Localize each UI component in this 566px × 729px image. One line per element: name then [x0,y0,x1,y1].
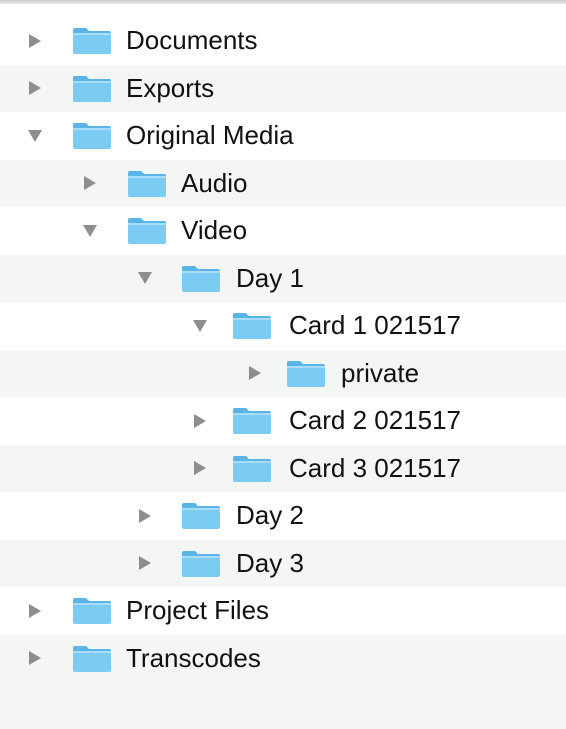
triangle-right-icon [139,556,151,571]
disclosure-collapsed-icon[interactable] [79,160,101,208]
disclosure-collapsed-icon[interactable] [134,540,156,588]
triangle-right-icon [194,461,206,476]
disclosure-collapsed-icon[interactable] [189,397,211,445]
folder-name: Documents [126,25,258,55]
top-border [0,0,566,4]
folder-name: Card 3 021517 [289,452,462,483]
folder-icon [286,360,326,388]
disclosure-collapsed-icon[interactable] [244,350,266,398]
folder-icon [232,312,272,340]
folder-name: private [341,357,420,388]
triangle-right-icon [139,508,151,523]
disclosure-collapsed-icon[interactable] [24,587,46,635]
tree-row[interactable]: Day 3 [0,539,566,588]
folder-name: Card 1 021517 [289,310,462,340]
tree-row[interactable]: Day 2 [0,492,566,540]
triangle-down-icon [193,319,207,332]
folder-icon [181,550,221,578]
folder-name: Video [181,215,248,245]
tree-row[interactable]: Audio [0,159,566,208]
tree-row[interactable]: Documents [0,17,566,65]
folder-icon [72,75,112,103]
folder-icon [232,455,272,483]
folder-icon [72,122,112,150]
tree-row[interactable]: Card 3 021517 [0,444,566,493]
empty-list-area [0,680,566,729]
folder-tree: Documents Exports Original Media Audio Video… [0,17,566,682]
folder-name: Transcodes [126,642,261,673]
disclosure-expanded-icon[interactable] [134,255,156,303]
triangle-down-icon [83,224,97,237]
disclosure-collapsed-icon[interactable] [24,635,46,683]
tree-row[interactable]: Exports [0,64,566,113]
folder-icon [72,597,112,625]
triangle-right-icon [194,413,206,428]
disclosure-expanded-icon[interactable] [79,207,101,255]
folder-name: Day 1 [236,262,304,293]
tree-row[interactable]: Card 1 021517 [0,302,566,350]
tree-row[interactable]: Project Files [0,587,566,635]
tree-row[interactable]: Original Media [0,112,566,160]
triangle-right-icon [249,366,261,381]
triangle-right-icon [84,176,96,191]
folder-icon [127,170,167,198]
folder-icon [72,645,112,673]
disclosure-collapsed-icon[interactable] [189,445,211,493]
triangle-down-icon [28,129,42,142]
tree-row[interactable]: private [0,349,566,398]
triangle-right-icon [29,651,41,666]
disclosure-expanded-icon[interactable] [189,302,211,350]
triangle-right-icon [29,33,41,48]
folder-icon [181,502,221,530]
folder-icon [127,217,167,245]
tree-row[interactable]: Video [0,207,566,255]
triangle-down-icon [138,272,152,285]
disclosure-collapsed-icon[interactable] [134,492,156,540]
folder-name: Day 2 [236,500,304,530]
folder-name: Project Files [126,595,270,625]
disclosure-expanded-icon[interactable] [24,112,46,160]
triangle-right-icon [29,603,41,618]
folder-name: Card 2 021517 [289,405,462,435]
folder-name: Original Media [126,120,294,150]
tree-row[interactable]: Transcodes [0,634,566,683]
folder-icon [72,27,112,55]
folder-name: Day 3 [236,547,304,578]
folder-name: Exports [126,72,215,103]
folder-icon [181,265,221,293]
folder-name: Audio [181,167,248,198]
tree-row[interactable]: Day 1 [0,254,566,303]
triangle-right-icon [29,81,41,96]
tree-row[interactable]: Card 2 021517 [0,397,566,445]
disclosure-collapsed-icon[interactable] [24,65,46,113]
folder-icon [232,407,272,435]
disclosure-collapsed-icon[interactable] [24,17,46,65]
